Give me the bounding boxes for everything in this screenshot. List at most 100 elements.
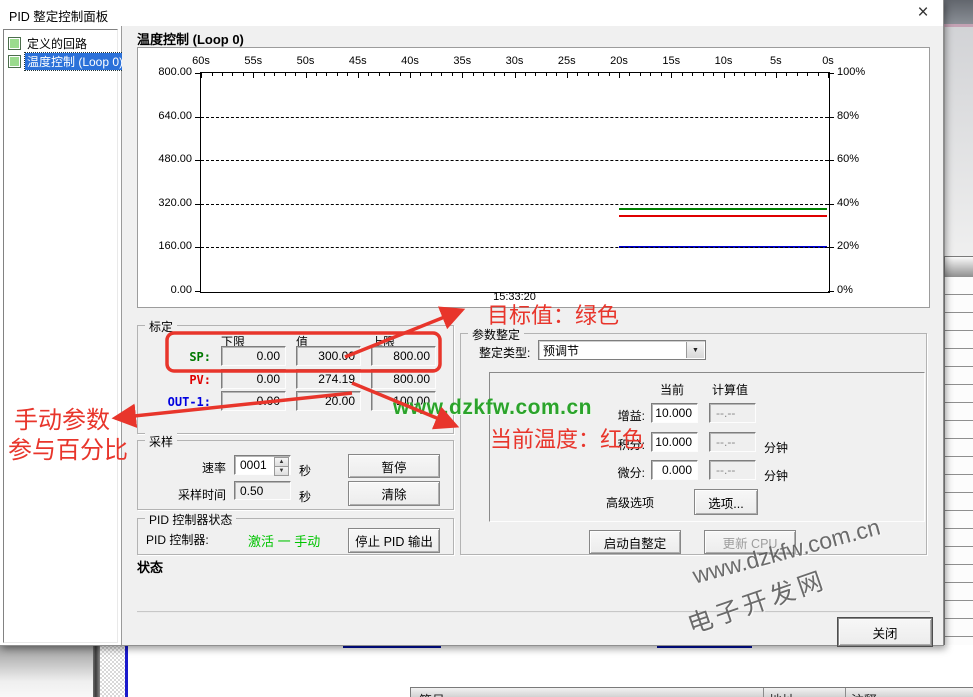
sp-value-field[interactable]: 300.00 [296, 346, 361, 366]
tree-item-temperature-loop[interactable]: 温度控制 (Loop 0) [6, 53, 125, 70]
gridline [201, 247, 828, 248]
tree-item-label: 定义的回路 [25, 35, 89, 52]
x-major-tick [515, 73, 516, 78]
col-header-current: 当前 [647, 381, 697, 398]
x-minor-tick [483, 73, 484, 76]
background-scroll-strip-top [944, 0, 973, 24]
status-section-label: 状态 [137, 557, 163, 576]
x-axis-tick-label: 40s [392, 55, 428, 67]
left-axis-tick [195, 73, 201, 74]
x-minor-tick [535, 73, 536, 76]
right-axis-tick [828, 160, 834, 161]
x-axis-tick-label: 25s [549, 55, 585, 67]
x-minor-tick [703, 73, 704, 76]
pid-status-group-label: PID 控制器状态 [145, 511, 236, 528]
spin-down-button[interactable]: ▼ [274, 466, 289, 476]
derivative-current-field[interactable]: 0.000 [651, 460, 698, 480]
series-line [619, 215, 827, 217]
footer-separator [137, 611, 930, 613]
tuning-type-combobox[interactable]: 预调节 ▼ [538, 340, 706, 360]
x-major-tick [306, 73, 307, 78]
derivative-calc-field: --.-- [709, 460, 756, 480]
x-minor-tick [797, 73, 798, 76]
x-axis-tick-label: 45s [340, 55, 376, 67]
pid-controller-status: 激活 一 手动 [248, 531, 320, 550]
chevron-down-icon[interactable]: ▼ [686, 342, 704, 358]
x-minor-tick [786, 73, 787, 76]
x-minor-tick [640, 73, 641, 76]
annotation-current: 当前温度：红色 [490, 422, 644, 454]
derivative-label: 微分: [550, 464, 645, 481]
x-minor-tick [504, 73, 505, 76]
integral-current-field[interactable]: 10.000 [651, 432, 698, 452]
clear-button[interactable]: 清除 [348, 481, 440, 506]
background-splitter-bar [93, 645, 100, 697]
x-major-tick [671, 73, 672, 78]
x-minor-tick [243, 73, 244, 76]
out-low-field: 0.00 [221, 391, 286, 411]
gridline [201, 117, 828, 118]
sampling-group: 采样 速率 0001 ▲ ▼ 秒 暂停 采样时间 0.50 秒 清除 [137, 440, 454, 510]
x-minor-tick [222, 73, 223, 76]
tuning-type-label: 整定类型: [479, 344, 530, 361]
start-autotune-button[interactable]: 启动自整定 [589, 530, 681, 554]
x-axis-tick-label: 15s [653, 55, 689, 67]
right-axis-tick [828, 117, 834, 118]
left-axis-tick-label: 480.00 [138, 153, 192, 165]
x-minor-tick [807, 73, 808, 76]
x-minor-tick [734, 73, 735, 76]
rate-spinner[interactable]: 0001 ▲ ▼ [234, 455, 291, 475]
x-major-tick [253, 73, 254, 78]
sp-row-label: SP: [138, 350, 211, 364]
x-minor-tick [629, 73, 630, 76]
column-header-symbol: 符号 [419, 690, 445, 697]
x-minor-tick [431, 73, 432, 76]
background-scroll-strip [944, 27, 973, 256]
x-minor-tick [755, 73, 756, 76]
pause-button[interactable]: 暂停 [348, 454, 440, 478]
x-major-tick [619, 73, 620, 78]
x-minor-tick [744, 73, 745, 76]
stop-pid-button[interactable]: 停止 PID 输出 [348, 528, 440, 553]
advanced-options-label: 高级选项 [606, 494, 654, 511]
annotation-target: 目标值：绿色 [487, 298, 619, 330]
gridline [201, 160, 828, 161]
gain-current-field[interactable]: 10.000 [651, 403, 698, 423]
right-axis-tick [828, 291, 834, 292]
sampling-group-label: 采样 [145, 433, 177, 450]
x-axis-tick-label: 35s [444, 55, 480, 67]
screen: 符号 地址 注释 PID 整定控制面板 × 定义的回路 温度控制 (Loop 0… [0, 0, 973, 697]
left-axis-tick-label: 640.00 [138, 110, 192, 122]
close-icon[interactable]: × [908, 1, 938, 24]
chart-layer: 60s55s50s45s40s35s30s25s20s15s10s5s0s800… [138, 48, 929, 307]
trend-chart: 60s55s50s45s40s35s30s25s20s15s10s5s0s800… [137, 47, 930, 308]
right-axis-tick-label: 0% [837, 284, 883, 296]
background-bottom-shade [0, 645, 93, 697]
x-minor-tick [692, 73, 693, 76]
options-button[interactable]: 选项... [694, 489, 758, 515]
derivative-unit: 分钟 [764, 467, 788, 484]
pid-controller-label: PID 控制器: [146, 531, 209, 548]
right-axis-tick [828, 247, 834, 248]
dialog-title: PID 整定控制面板 [9, 6, 108, 25]
tuning-type-value: 预调节 [543, 342, 579, 359]
x-minor-tick [556, 73, 557, 76]
x-minor-tick [368, 73, 369, 76]
x-minor-tick [525, 73, 526, 76]
background-table-corner [944, 256, 973, 278]
tree-item-defined-loops[interactable]: 定义的回路 [6, 35, 89, 52]
integral-calc-field: --.-- [709, 432, 756, 452]
x-major-tick [776, 73, 777, 78]
x-minor-tick [316, 73, 317, 76]
right-axis-tick-label: 80% [837, 110, 883, 122]
sample-time-unit: 秒 [299, 488, 311, 505]
pv-value-field: 274.19 [296, 369, 361, 389]
series-line [619, 208, 827, 210]
x-minor-tick [609, 73, 610, 76]
x-major-tick [724, 73, 725, 78]
close-button[interactable]: 关闭 [838, 618, 932, 646]
out-value-field[interactable]: 20.00 [296, 391, 361, 411]
right-axis-tick-label: 40% [837, 197, 883, 209]
x-minor-tick [577, 73, 578, 76]
loop-tree: 定义的回路 温度控制 (Loop 0) [3, 29, 118, 643]
